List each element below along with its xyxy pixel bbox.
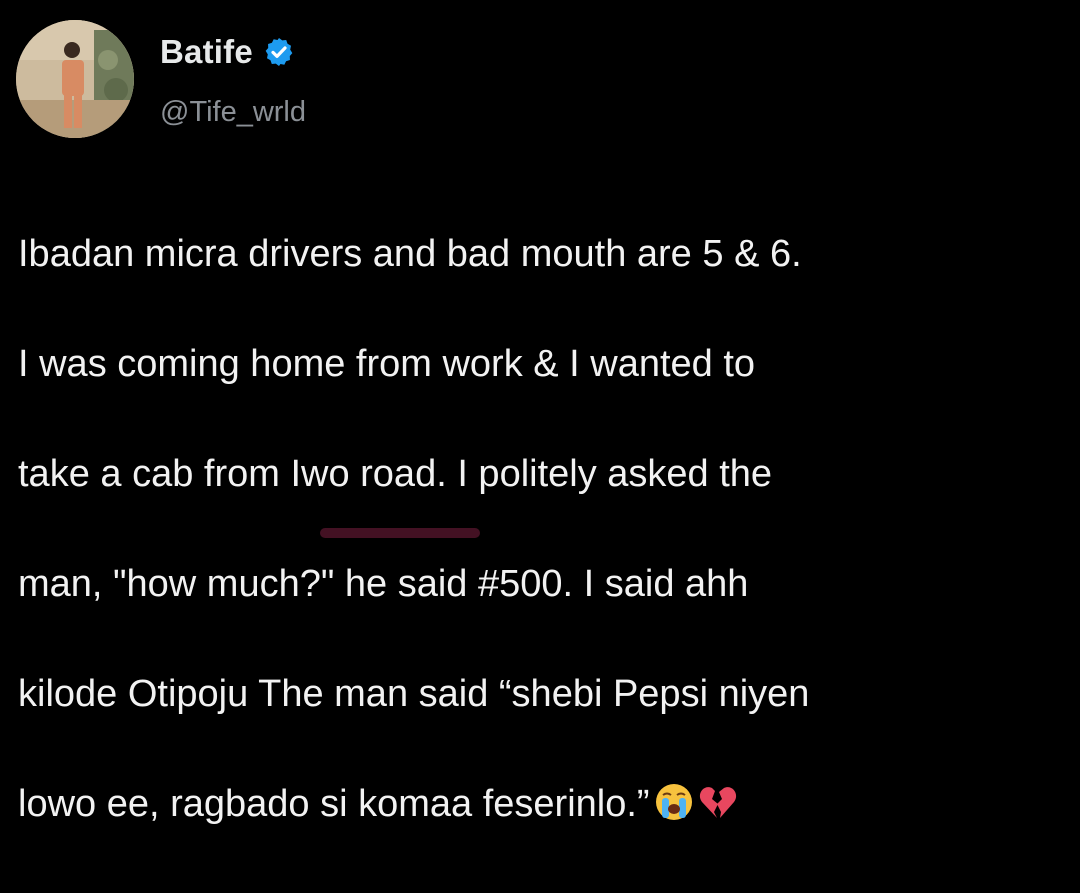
tweet-card: Batife @Tife_wrld Ibadan micra drivers a… bbox=[0, 0, 1080, 825]
tweet-line: kilode Otipoju The man said “shebi Pepsi… bbox=[18, 673, 810, 715]
next-post-edge bbox=[320, 528, 480, 538]
avatar[interactable] bbox=[16, 20, 134, 138]
broken-heart-icon bbox=[698, 782, 738, 838]
display-name[interactable]: Batife bbox=[160, 33, 253, 71]
tweet-line: man, "how much?" he said #500. I said ah… bbox=[18, 563, 749, 605]
tweet-text: Ibadan micra drivers and bad mouth are 5… bbox=[18, 172, 1068, 893]
tweet-line: lowo ee, ragbado si komaa feserinlo.” bbox=[18, 783, 650, 825]
name-row: Batife bbox=[160, 30, 306, 74]
verified-badge-icon bbox=[265, 38, 293, 66]
tweet-line: Ibadan micra drivers and bad mouth are 5… bbox=[18, 233, 802, 275]
tweet-line: take a cab from Iwo road. I politely ask… bbox=[18, 453, 773, 495]
tweet-line: I was coming home from work & I wanted t… bbox=[18, 343, 756, 385]
tweet-line-last: lowo ee, ragbado si komaa feserinlo.” bbox=[18, 777, 1068, 838]
user-handle[interactable]: @Tife_wrld bbox=[160, 96, 306, 129]
author-block: Batife @Tife_wrld bbox=[160, 30, 306, 129]
loudly-crying-face-icon bbox=[654, 782, 694, 838]
